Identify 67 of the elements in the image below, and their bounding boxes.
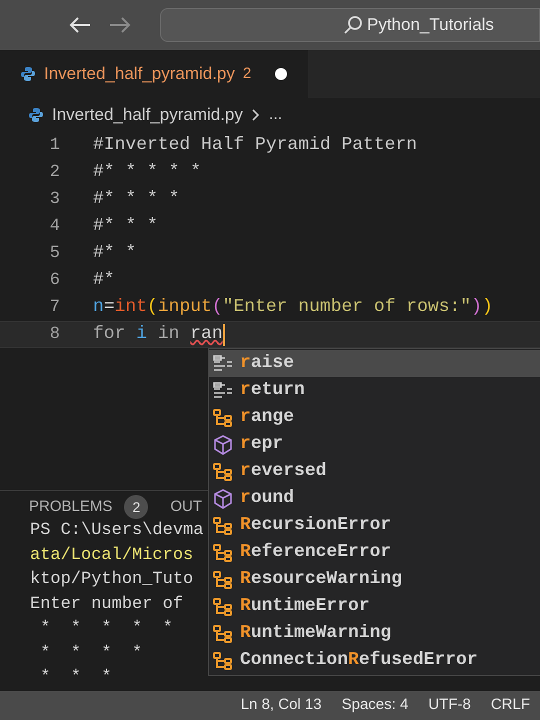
line-number: 6 xyxy=(48,270,61,292)
terminal-line: * * * * * xyxy=(39,618,173,640)
line-number: 8 xyxy=(48,324,61,346)
suggestion-item[interactable]: raise xyxy=(209,350,540,377)
branch-icon xyxy=(212,542,234,562)
problem-count: 2 xyxy=(242,64,252,84)
code-line: #* * * xyxy=(93,215,158,238)
suggestion-item[interactable]: ReferenceError xyxy=(209,539,540,566)
line-number: 1 xyxy=(48,134,61,157)
suggestion-item[interactable]: reversed xyxy=(209,458,540,485)
suggestion-item[interactable]: RuntimeError xyxy=(209,593,540,620)
forward-arrow-icon[interactable] xyxy=(108,15,132,35)
breadcrumb-more[interactable]: ... xyxy=(268,103,282,127)
branch-icon xyxy=(212,650,234,670)
branch-icon xyxy=(212,570,234,590)
cube-icon xyxy=(212,434,234,454)
branch-icon xyxy=(212,408,234,428)
suggestion-item[interactable]: ConnectionRefusedError xyxy=(209,647,540,674)
editor-tab[interactable]: Inverted_half_pyramid.py 2 xyxy=(0,50,308,98)
branch-icon xyxy=(212,596,234,616)
suggestion-item[interactable]: range xyxy=(209,404,540,431)
breadcrumb-file[interactable]: Inverted_half_pyramid.py xyxy=(52,102,243,128)
branch-icon xyxy=(212,516,234,536)
python-icon xyxy=(20,66,36,82)
line-number: 4 xyxy=(48,216,61,238)
line-number: 3 xyxy=(48,188,61,211)
back-arrow-icon[interactable] xyxy=(68,15,92,35)
code-line: #* * * * * xyxy=(93,161,202,184)
code-line: for i in ran xyxy=(93,323,223,346)
branch-icon xyxy=(212,462,234,482)
tab-filename: Inverted_half_pyramid.py xyxy=(44,63,235,86)
line-number: 2 xyxy=(48,162,61,184)
terminal-line: ktop/Python_Tuto xyxy=(30,569,194,591)
keyword-icon xyxy=(212,382,234,400)
python-icon xyxy=(28,107,44,123)
status-item[interactable]: CRLF xyxy=(490,694,530,717)
terminal-line: PS C:\Users\devma xyxy=(30,520,204,542)
keyword-icon xyxy=(212,354,234,372)
suggestion-item[interactable]: round xyxy=(209,485,540,512)
cube-icon xyxy=(212,488,234,508)
line-number: 7 xyxy=(48,296,61,319)
terminal-line: Enter number of xyxy=(30,594,184,616)
status-item[interactable]: Ln 8, Col 13 xyxy=(240,694,322,717)
count-badge: 2 xyxy=(124,495,148,519)
code-line: #* * * * xyxy=(93,188,180,211)
code-line: #Inverted Half Pyramid Pattern xyxy=(93,134,418,157)
suggestion-item[interactable]: return xyxy=(209,377,540,404)
code-line: #* xyxy=(93,269,115,292)
suggestion-item[interactable]: ResourceWarning xyxy=(209,566,540,593)
terminal-line: * * * * xyxy=(39,642,142,664)
terminal-line: * * * xyxy=(39,667,112,689)
code-line: n=int(input("Enter number of rows:")) xyxy=(93,296,493,319)
panel-tab[interactable]: PROBLEMS 2 xyxy=(29,495,148,519)
suggestion-item[interactable]: repr xyxy=(209,431,540,458)
branch-icon xyxy=(212,624,234,644)
suggestion-item[interactable]: RecursionError xyxy=(209,512,540,539)
status-item[interactable]: Spaces: 4 xyxy=(342,694,408,717)
panel-tab[interactable]: OUT xyxy=(170,496,202,518)
line-number: 5 xyxy=(48,242,61,265)
terminal-line: ata/Local/Micros xyxy=(30,544,194,566)
chevron-right-icon xyxy=(250,108,261,122)
code-line: #* * xyxy=(93,242,136,265)
search-field[interactable]: Python_Tutorials xyxy=(160,8,540,42)
suggestion-item[interactable]: RuntimeWarning xyxy=(209,620,540,647)
status-item[interactable]: UTF-8 xyxy=(428,694,471,717)
text-cursor xyxy=(222,324,225,346)
search-icon xyxy=(343,15,363,35)
